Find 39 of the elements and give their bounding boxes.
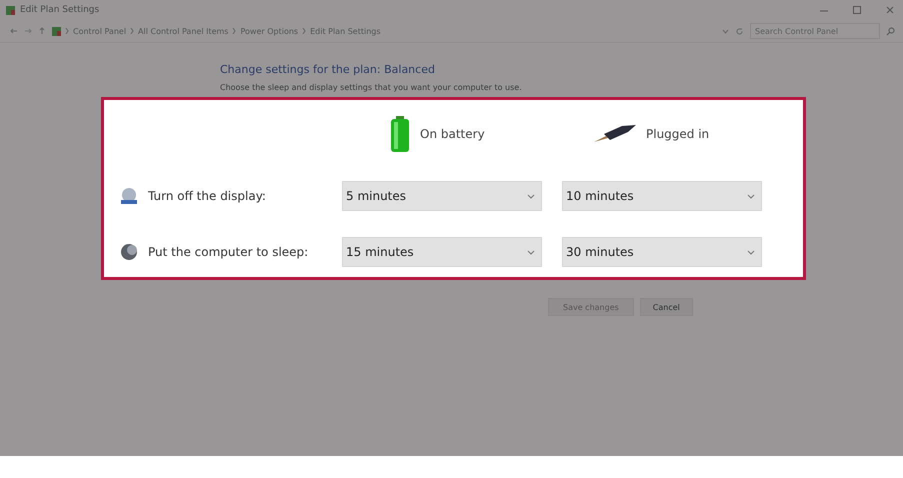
page-description: Choose the sleep and display settings that you want your computer to use. (220, 83, 523, 92)
caret-icon (527, 250, 535, 254)
time-dropdown[interactable]: 10 minutes (562, 181, 762, 211)
breadcrumb-item[interactable]: All Control Panel Items (138, 26, 228, 36)
monitor-icon (120, 187, 138, 205)
maximize-icon[interactable] (852, 5, 862, 15)
cancel-button[interactable]: Cancel (640, 298, 693, 316)
chevron-icon (302, 28, 306, 34)
breadcrumb-item[interactable]: Power Options (240, 26, 298, 36)
breadcrumb-item[interactable]: Control Panel (73, 26, 126, 36)
page-heading: Change settings for the plan: Balanced (220, 63, 436, 76)
time-dropdown[interactable]: 5 minutes (342, 181, 542, 211)
caret-icon (527, 194, 535, 198)
chevron-icon (232, 28, 236, 34)
moon-icon (120, 243, 138, 261)
column-header: Plugged in (646, 127, 710, 141)
time-dropdown[interactable]: 15 minutes (342, 237, 542, 267)
search-icon[interactable] (886, 26, 895, 36)
search-field[interactable]: Search Control Panel (750, 23, 880, 39)
setting-label: Turn off the display: (148, 189, 266, 203)
time-dropdown[interactable]: 30 minutes (562, 237, 762, 267)
column-header: On battery (420, 127, 485, 141)
setting-label: Put the computer to sleep: (148, 245, 308, 259)
back-arrow-icon[interactable] (10, 27, 18, 35)
forward-arrow-icon[interactable] (24, 27, 32, 35)
caret-icon (747, 250, 755, 254)
breadcrumb-item[interactable]: Edit Plan Settings (310, 26, 381, 36)
refresh-icon[interactable] (735, 26, 744, 36)
dropdown-caret-icon[interactable] (722, 28, 729, 34)
app-icon (6, 6, 15, 14)
caret-icon (747, 194, 755, 198)
close-icon[interactable] (885, 5, 895, 15)
chevron-icon (65, 28, 69, 34)
control-panel-icon (52, 26, 61, 36)
up-arrow-icon[interactable] (38, 27, 46, 35)
plug-icon (592, 124, 636, 144)
window-title: Edit Plan Settings (20, 5, 100, 15)
battery-icon (390, 116, 410, 152)
chevron-icon (130, 28, 134, 34)
